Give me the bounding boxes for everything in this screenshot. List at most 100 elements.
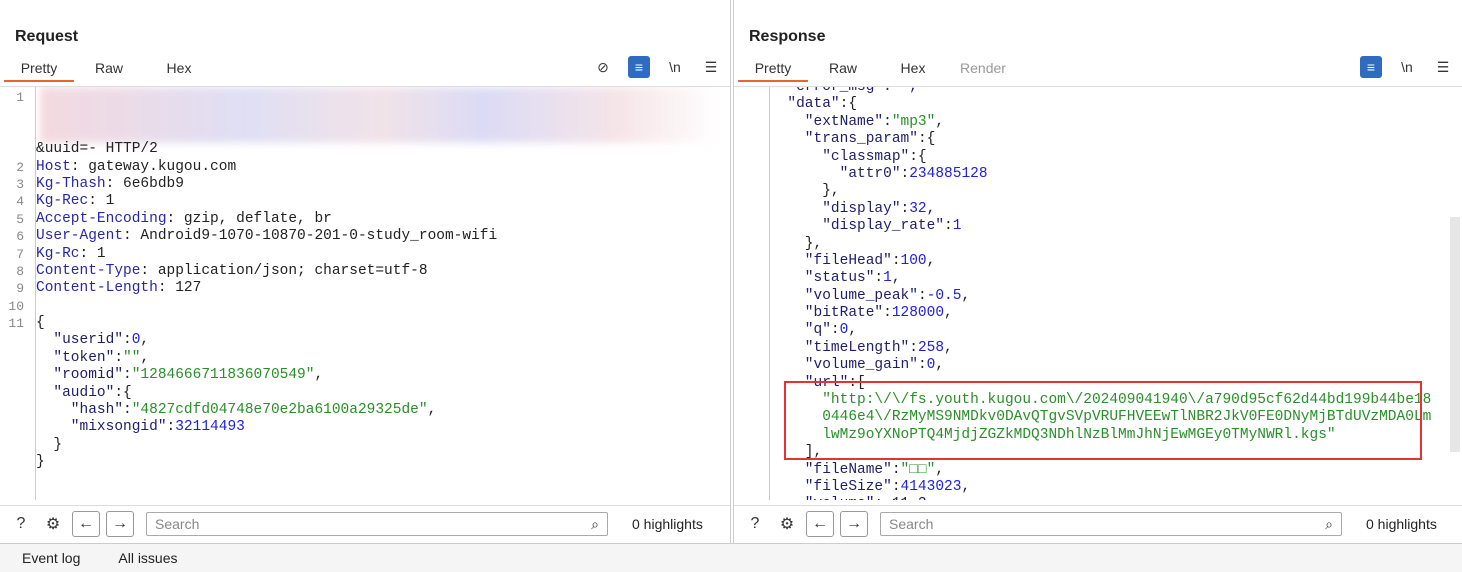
tab-render[interactable]: Render (948, 58, 1018, 82)
line-code: Content-Type: application/json; charset=… (30, 263, 428, 280)
response-editor[interactable]: "error_msg":"", "data" :{ "extName":"mp3"… (734, 86, 1462, 500)
code-line: "status":1, (734, 270, 1462, 287)
code-token: &uuid=- HTTP/2 (36, 141, 158, 158)
menu-icon[interactable]: ☰ (700, 56, 722, 78)
settings-gear-icon[interactable]: ⚙ (40, 511, 66, 537)
url-highlight-box (784, 381, 1422, 460)
code-token: Kg-Rc (36, 245, 80, 262)
line-code: "mixsongid":32114493 (30, 419, 245, 436)
help-icon[interactable]: ? (742, 511, 768, 537)
request-editor[interactable]: 1 &uuid=- HTTP/2 2 Host: gateway.kugou.com 3… (0, 86, 730, 500)
newline-toggle-icon[interactable]: \n (1396, 56, 1418, 78)
line-code: } (30, 437, 62, 454)
response-search-bar: ? ⚙ ← → Search ⌕ 0 highlights (734, 505, 1462, 541)
code-token: Content-Type (36, 262, 141, 279)
tab-raw[interactable]: Raw (808, 58, 878, 82)
line-number (734, 496, 764, 500)
line-code: "userid":0, (30, 332, 149, 349)
all-issues-tab[interactable]: All issues (118, 550, 177, 566)
forward-arrow-icon[interactable]: → (840, 510, 868, 537)
code-line: "attr0":234885128 (734, 166, 1462, 183)
code-token: : (891, 252, 901, 269)
code-token: "fileName" (770, 461, 892, 478)
search-input[interactable]: Search ⌕ (880, 511, 1342, 536)
code-token: , (427, 402, 437, 419)
code-token: , (848, 322, 858, 339)
code-token: , (926, 252, 936, 269)
code-token: : Android9-1070-10870-201-0-study_room-w… (123, 228, 498, 245)
code-line: 5 Accept-Encoding: gzip, deflate, br (0, 211, 730, 228)
line-code: Kg-Rec: 1 (30, 193, 114, 210)
code-token: "roomid" (36, 367, 124, 384)
newline-toggle-icon[interactable]: \n (664, 56, 686, 78)
code-line (0, 106, 730, 123)
line-number (734, 392, 764, 409)
code-token: { (36, 315, 45, 332)
code-token: "audio" (36, 384, 115, 401)
settings-gear-icon[interactable]: ⚙ (774, 511, 800, 537)
response-tabs: Pretty Raw Hex Render (738, 58, 1018, 82)
line-number: 4 (16, 194, 24, 210)
code-token: } (36, 454, 45, 471)
line-number (734, 462, 764, 479)
request-title: Request (15, 28, 79, 45)
search-input[interactable]: Search ⌕ (146, 511, 608, 536)
search-placeholder: Search (889, 515, 934, 532)
line-code: "volume":-11.3, (764, 496, 936, 500)
line-code: "status":1, (764, 270, 901, 287)
code-line: "token":"", (0, 350, 730, 367)
code-token: "fileSize" (770, 478, 892, 495)
code-line: "error_msg":"", (734, 87, 1462, 96)
code-token: "data" (770, 96, 840, 113)
line-code: "extName":"mp3", (764, 114, 944, 131)
menu-icon[interactable]: ☰ (1432, 56, 1454, 78)
back-arrow-icon[interactable]: ← (72, 510, 100, 537)
tab-raw[interactable]: Raw (74, 58, 144, 82)
status-bar: Event log All issues (0, 543, 1462, 572)
line-code: "error_msg":"", (764, 87, 918, 96)
code-token: 100 (900, 252, 927, 269)
tab-hex[interactable]: Hex (878, 58, 948, 82)
line-code: User-Agent: Android9-1070-10870-201-0-st… (30, 228, 497, 245)
help-icon[interactable]: ? (8, 511, 34, 537)
back-arrow-icon[interactable]: ← (806, 510, 834, 537)
code-line: 1 (0, 89, 730, 106)
code-token: "display" (770, 200, 901, 217)
request-tabs: Pretty Raw Hex (4, 58, 214, 82)
code-line: 11 { (0, 315, 730, 332)
code-token: : (891, 461, 901, 478)
tab-pretty[interactable]: Pretty (4, 58, 74, 82)
code-line: 9 Content-Length: 127 (0, 280, 730, 297)
event-log-tab[interactable]: Event log (22, 550, 80, 566)
code-line: "extName":"mp3", (734, 114, 1462, 131)
line-number: 8 (16, 263, 24, 279)
code-token: "trans_param" (770, 131, 918, 148)
response-title: Response (749, 28, 826, 45)
code-line: "volume_peak":-0.5, (734, 288, 1462, 305)
line-number (734, 218, 764, 235)
code-token: "mp3" (891, 113, 936, 130)
code-line: "display_rate":1 (734, 218, 1462, 235)
code-token: :{ (917, 131, 936, 148)
tab-pretty[interactable]: Pretty (738, 58, 808, 82)
tab-hex[interactable]: Hex (144, 58, 214, 82)
line-code: "attr0":234885128 (764, 166, 988, 183)
code-token: }, (770, 235, 823, 252)
code-token: 1 (883, 270, 892, 287)
line-number (734, 305, 764, 322)
code-line: "roomid":"1284666711836070549", (0, 367, 730, 384)
wrap-lines-icon[interactable]: ≡ (628, 56, 650, 78)
line-number (734, 114, 764, 131)
code-token: : (830, 322, 840, 339)
wrap-lines-icon[interactable]: ≡ (1360, 56, 1382, 78)
code-line: 6 User-Agent: Android9-1070-10870-201-0-s… (0, 228, 730, 245)
scrollbar[interactable] (1450, 217, 1460, 452)
code-token: "volume_gain" (770, 357, 918, 374)
line-number (734, 236, 764, 253)
hide-eye-icon[interactable]: ⊘ (592, 56, 614, 78)
code-token: 4143023 (900, 478, 962, 495)
code-line: "hash":"4827cdfd04748e70e2ba6100a29325de… (0, 402, 730, 419)
code-line: "volume":-11.3, (734, 496, 1462, 500)
forward-arrow-icon[interactable]: → (106, 510, 134, 537)
